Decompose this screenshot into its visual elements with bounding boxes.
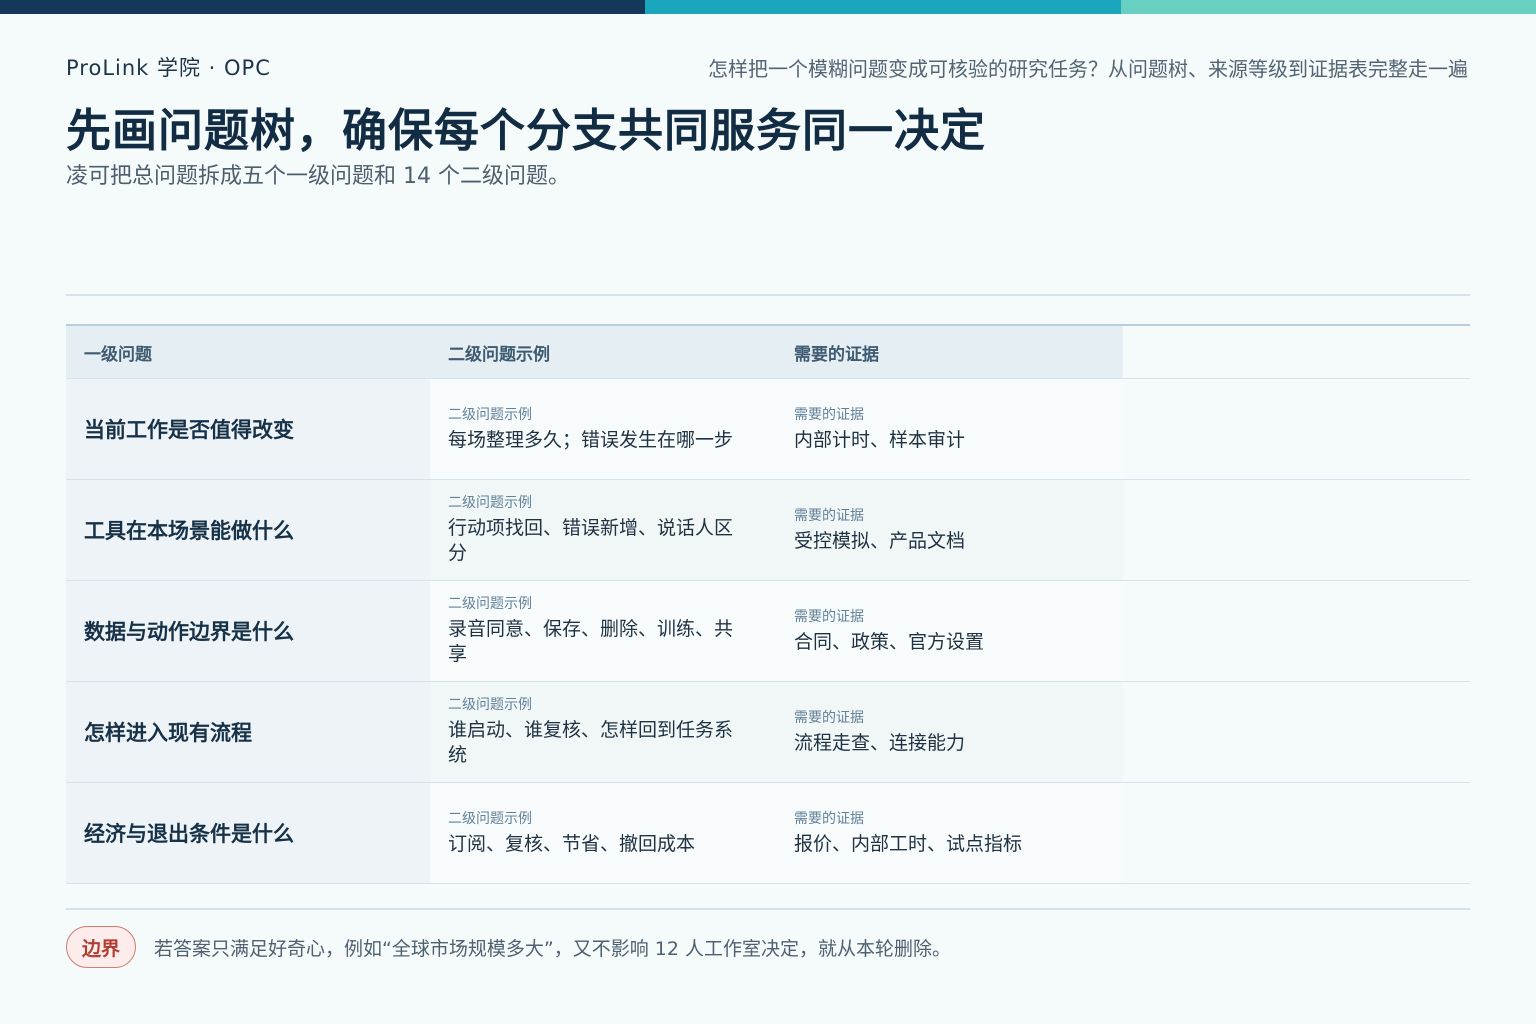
table-row: 数据与动作边界是什么 二级问题示例 录音同意、保存、删除、训练、共享 需要的证据…: [66, 581, 1470, 682]
evidence-label: 需要的证据: [794, 709, 864, 726]
empty-cell: [1123, 581, 1470, 681]
level2-example-cell: 二级问题示例 订阅、复核、节省、撤回成本: [430, 783, 776, 883]
level1-question: 工具在本场景能做什么: [66, 480, 430, 580]
level1-question: 怎样进入现有流程: [66, 682, 430, 782]
question-tree-table: 一级问题 二级问题示例 需要的证据 当前工作是否值得改变 二级问题示例 每场整理…: [66, 324, 1470, 884]
boundary-note: 边界 若答案只满足好奇心，例如“全球市场规模多大”，又不影响 12 人工作室决定…: [66, 926, 951, 968]
table-header-level1: 一级问题: [66, 326, 430, 378]
evidence-text: 报价、内部工时、试点指标: [794, 832, 1023, 855]
table-row: 工具在本场景能做什么 二级问题示例 行动项找回、错误新增、说话人区分 需要的证据…: [66, 480, 1470, 581]
table-row: 怎样进入现有流程 二级问题示例 谁启动、谁复核、怎样回到任务系统 需要的证据 流…: [66, 682, 1470, 783]
empty-cell: [1123, 682, 1470, 782]
evidence-label: 需要的证据: [794, 810, 864, 827]
brand-label: ProLink 学院 · OPC: [66, 56, 271, 80]
table-header-level2: 二级问题示例: [430, 326, 776, 378]
evidence-cell: 需要的证据 受控模拟、产品文档: [776, 480, 1123, 580]
evidence-text: 内部计时、样本审计: [794, 428, 966, 451]
empty-cell: [1123, 783, 1470, 883]
table-row: 当前工作是否值得改变 二级问题示例 每场整理多久；错误发生在哪一步 需要的证据 …: [66, 379, 1470, 480]
level2-example-text: 行动项找回、错误新增、说话人区分: [448, 517, 734, 564]
level2-example-label: 二级问题示例: [448, 697, 532, 713]
level2-example-text: 订阅、复核、节省、撤回成本: [448, 832, 696, 855]
page-subtitle: 凌可把总问题拆成五个一级问题和 14 个二级问题。: [66, 164, 570, 189]
level2-example-label: 二级问题示例: [448, 406, 532, 423]
evidence-cell: 需要的证据 报价、内部工时、试点指标: [776, 783, 1123, 883]
table-header-evidence: 需要的证据: [776, 326, 1123, 378]
level1-question: 经济与退出条件是什么: [66, 783, 430, 883]
level2-example-cell: 二级问题示例 行动项找回、错误新增、说话人区分: [430, 480, 776, 580]
top-accent-bar: [0, 0, 1536, 14]
top-bar-segment-teal: [645, 0, 1121, 14]
level2-example-text: 录音同意、保存、删除、训练、共享: [448, 618, 734, 665]
table-header-empty: [1123, 326, 1470, 378]
bottom-divider: [66, 908, 1470, 910]
evidence-text: 受控模拟、产品文档: [794, 529, 966, 552]
evidence-label: 需要的证据: [794, 406, 864, 423]
level1-question: 数据与动作边界是什么: [66, 581, 430, 681]
evidence-cell: 需要的证据 合同、政策、官方设置: [776, 581, 1123, 681]
evidence-label: 需要的证据: [794, 507, 864, 524]
boundary-badge: 边界: [66, 926, 136, 968]
evidence-cell: 需要的证据 流程走查、连接能力: [776, 682, 1123, 782]
top-bar-segment-dark: [0, 0, 645, 14]
top-divider: [66, 294, 1470, 296]
table-header-row: 一级问题 二级问题示例 需要的证据: [66, 326, 1470, 379]
boundary-note-text: 若答案只满足好奇心，例如“全球市场规模多大”，又不影响 12 人工作室决定，就从…: [154, 937, 951, 960]
level1-question: 当前工作是否值得改变: [66, 379, 430, 479]
table-row: 经济与退出条件是什么 二级问题示例 订阅、复核、节省、撤回成本 需要的证据 报价…: [66, 783, 1470, 884]
evidence-text: 流程走查、连接能力: [794, 731, 966, 754]
top-bar-segment-mint: [1121, 0, 1536, 14]
evidence-cell: 需要的证据 内部计时、样本审计: [776, 379, 1123, 479]
level2-example-cell: 二级问题示例 录音同意、保存、删除、训练、共享: [430, 581, 776, 681]
evidence-text: 合同、政策、官方设置: [794, 630, 985, 653]
level2-example-text: 每场整理多久；错误发生在哪一步: [448, 428, 734, 451]
empty-cell: [1123, 379, 1470, 479]
evidence-label: 需要的证据: [794, 608, 864, 625]
level2-example-text: 谁启动、谁复核、怎样回到任务系统: [448, 719, 734, 766]
level2-example-cell: 二级问题示例 每场整理多久；错误发生在哪一步: [430, 379, 776, 479]
page-title: 先画问题树，确保每个分支共同服务同一决定: [66, 104, 987, 157]
level2-example-cell: 二级问题示例 谁启动、谁复核、怎样回到任务系统: [430, 682, 776, 782]
level2-example-label: 二级问题示例: [448, 495, 532, 511]
level2-example-label: 二级问题示例: [448, 596, 532, 612]
empty-cell: [1123, 480, 1470, 580]
course-subject: 怎样把一个模糊问题变成可核验的研究任务？从问题树、来源等级到证据表完整走一遍: [708, 57, 1468, 81]
level2-example-label: 二级问题示例: [448, 810, 532, 827]
